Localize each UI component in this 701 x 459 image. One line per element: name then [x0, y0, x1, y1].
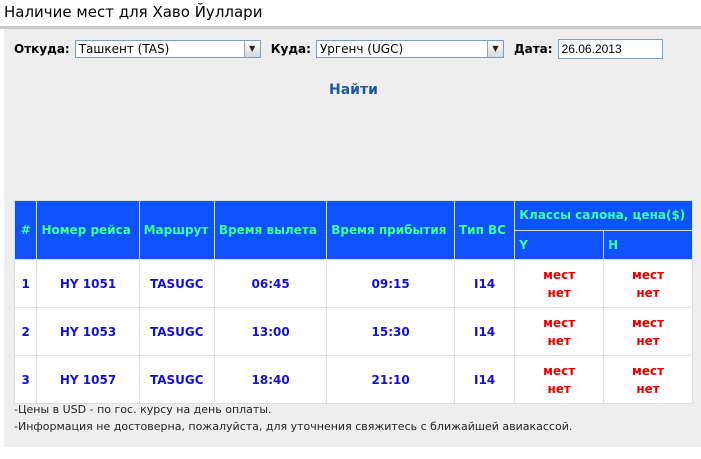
row-number: 1 [15, 260, 37, 307]
arrival-time: 09:15 [327, 260, 454, 307]
search-panel: Откуда: Ташкент (TAS) ▼ Куда: Ургенч (UG… [4, 29, 701, 447]
table-row: 3 HY 1057 TASUGC 18:40 21:10 I14 мест нет… [15, 356, 692, 403]
column-header-departure: Время вылета [214, 201, 327, 259]
flight-number: HY 1053 [37, 308, 139, 355]
table-header-row: # Номер рейса Маршрут Время вылета Время… [15, 201, 692, 259]
date-label: Дата: [513, 42, 553, 56]
column-header-flight: Номер рейса [37, 201, 139, 259]
departure-time: 18:40 [214, 356, 327, 403]
column-header-class-y: Y [515, 230, 604, 259]
class-h-availability: мест нет [604, 308, 692, 355]
to-select-value: Ургенч (UGC) [319, 42, 404, 56]
availability-line1: мест [632, 315, 665, 330]
column-header-classes: Классы салона, цена($) [515, 201, 692, 230]
class-y-availability: мест нет [515, 260, 604, 307]
date-input[interactable] [557, 39, 663, 59]
class-h-availability: мест нет [604, 260, 692, 307]
row-number: 3 [15, 356, 37, 403]
row-number: 2 [15, 308, 37, 355]
from-select[interactable]: Ташкент (TAS) ▼ [74, 40, 261, 58]
flight-number: HY 1057 [37, 356, 139, 403]
search-form: Откуда: Ташкент (TAS) ▼ Куда: Ургенч (UG… [14, 39, 663, 59]
availability-line1: мест [543, 363, 576, 378]
route: TASUGC [139, 260, 214, 307]
departure-time: 06:45 [214, 260, 327, 307]
route: TASUGC [139, 356, 214, 403]
availability-line1: мест [632, 363, 665, 378]
flight-number: HY 1051 [37, 260, 139, 307]
table-row: 2 HY 1053 TASUGC 13:00 15:30 I14 мест нет… [15, 308, 692, 355]
availability-line2: нет [636, 333, 660, 348]
column-header-aircraft: Тип ВС [454, 201, 515, 259]
availability-line1: мест [543, 315, 576, 330]
page-title: Наличие мест для Хаво Йуллари [4, 3, 263, 21]
class-y-availability: мест нет [515, 308, 604, 355]
column-header-route: Маршрут [139, 201, 214, 259]
chevron-down-icon[interactable]: ▼ [243, 41, 260, 57]
aircraft-type: I14 [454, 260, 515, 307]
availability-line1: мест [632, 267, 665, 282]
class-y-availability: мест нет [515, 356, 604, 403]
availability-line2: нет [636, 285, 660, 300]
availability-line2: нет [636, 381, 660, 396]
availability-line1: мест [543, 267, 576, 282]
availability-line2: нет [547, 333, 571, 348]
class-h-availability: мест нет [604, 356, 692, 403]
column-header-num: # [15, 201, 37, 259]
arrival-time: 21:10 [327, 356, 454, 403]
column-header-arrival: Время прибытия [327, 201, 454, 259]
aircraft-type: I14 [454, 356, 515, 403]
to-label: Куда: [270, 42, 311, 56]
flights-table: # Номер рейса Маршрут Время вылета Время… [14, 200, 693, 404]
from-label: Откуда: [14, 42, 70, 56]
departure-time: 13:00 [214, 308, 327, 355]
table-row: 1 HY 1051 TASUGC 06:45 09:15 I14 мест нет… [15, 260, 692, 307]
footnote-disclaimer: -Информация не достоверна, пожалуйста, д… [14, 420, 573, 433]
chevron-down-icon[interactable]: ▼ [486, 41, 503, 57]
column-header-class-h: H [604, 230, 692, 259]
to-select[interactable]: Ургенч (UGC) ▼ [315, 40, 504, 58]
aircraft-type: I14 [454, 308, 515, 355]
route: TASUGC [139, 308, 214, 355]
availability-line2: нет [547, 285, 571, 300]
footnote-currency: -Цены в USD - по гос. курсу на день опла… [14, 403, 272, 416]
search-button[interactable]: Найти [329, 82, 378, 98]
arrival-time: 15:30 [327, 308, 454, 355]
from-select-value: Ташкент (TAS) [78, 42, 170, 56]
availability-line2: нет [547, 381, 571, 396]
footnotes: -Цены в USD - по гос. курсу на день опла… [14, 401, 572, 435]
